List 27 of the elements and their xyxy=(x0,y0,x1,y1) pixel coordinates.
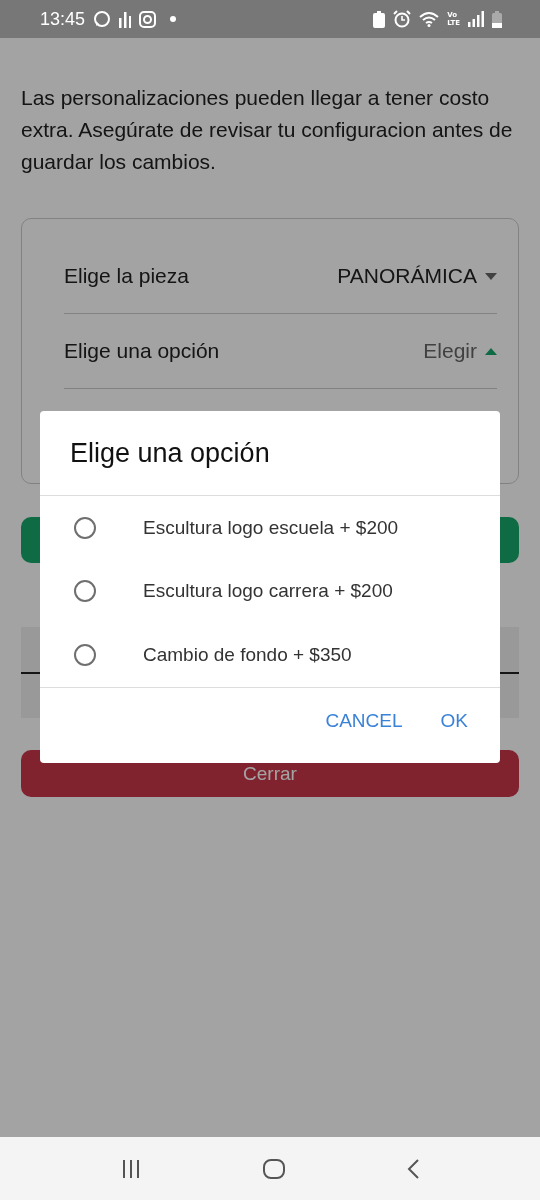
wifi-icon xyxy=(419,11,440,27)
home-icon[interactable] xyxy=(263,1158,285,1179)
dialog-button[interactable]: OK xyxy=(428,702,480,740)
bars-icon xyxy=(119,10,132,28)
select-label: Elige la pieza xyxy=(64,264,190,288)
back-icon[interactable] xyxy=(407,1158,419,1179)
radio-option[interactable]: Escultura logo escuela + $200 xyxy=(40,497,500,558)
alarm-icon xyxy=(393,10,412,28)
select-label: Elige una opción xyxy=(64,339,221,363)
radio-button[interactable] xyxy=(74,580,96,603)
clock-time: 13:45 xyxy=(40,8,86,30)
dot-icon xyxy=(170,16,177,22)
dropdown[interactable]: Elegir xyxy=(423,339,497,363)
signal-icon xyxy=(468,11,484,27)
radio-button[interactable] xyxy=(74,644,96,667)
radio-option[interactable]: Cambio de fondo + $350 xyxy=(40,625,500,686)
dropdown[interactable]: PANORÁMICA xyxy=(337,264,497,288)
radio-option[interactable]: Escultura logo carrera + $200 xyxy=(40,561,500,622)
notice-text: Las personalizaciones pueden llegar a tener costo extra. Asegúrate de revisar tu configuracion antes de guardar los cambios. xyxy=(21,85,514,175)
radio-button[interactable] xyxy=(74,516,96,539)
dialog-button[interactable]: CANCEL xyxy=(313,702,415,740)
camera-icon xyxy=(139,10,157,28)
caret-down-icon xyxy=(485,272,497,280)
battery-icon xyxy=(492,10,502,28)
recent-apps-icon[interactable] xyxy=(121,1159,141,1178)
dialog-title: Elige una opción xyxy=(40,411,500,496)
caret-up-icon xyxy=(485,347,497,355)
